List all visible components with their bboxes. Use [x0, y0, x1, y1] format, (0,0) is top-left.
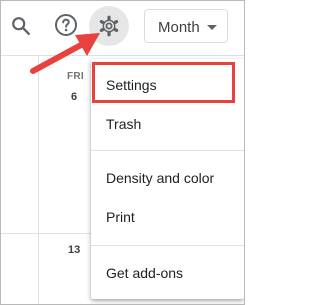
app-window: Month FRI 6 13 Settings Trash Density an…: [0, 0, 245, 305]
menu-divider: [91, 245, 244, 246]
menu-divider: [91, 150, 244, 151]
search-button[interactable]: [8, 13, 34, 39]
gear-icon: [99, 15, 119, 37]
help-button[interactable]: [52, 11, 80, 39]
settings-button[interactable]: [89, 6, 129, 46]
menu-item-print[interactable]: Print: [91, 199, 244, 235]
menu-item-trash[interactable]: Trash: [91, 106, 244, 142]
day-number[interactable]: 13: [68, 244, 80, 256]
caret-down-icon: [207, 25, 217, 30]
view-selector-label: Month: [158, 19, 200, 36]
menu-item-density-and-color[interactable]: Density and color: [91, 160, 244, 196]
view-selector[interactable]: Month: [144, 9, 228, 43]
search-icon: [12, 17, 30, 35]
menu-item-get-add-ons[interactable]: Get add-ons: [91, 255, 244, 291]
highlight-box: [92, 62, 235, 103]
help-icon: [55, 14, 77, 36]
grid-line-vertical: [38, 56, 39, 304]
day-number[interactable]: 6: [71, 91, 77, 103]
day-name-header: FRI: [67, 71, 85, 82]
